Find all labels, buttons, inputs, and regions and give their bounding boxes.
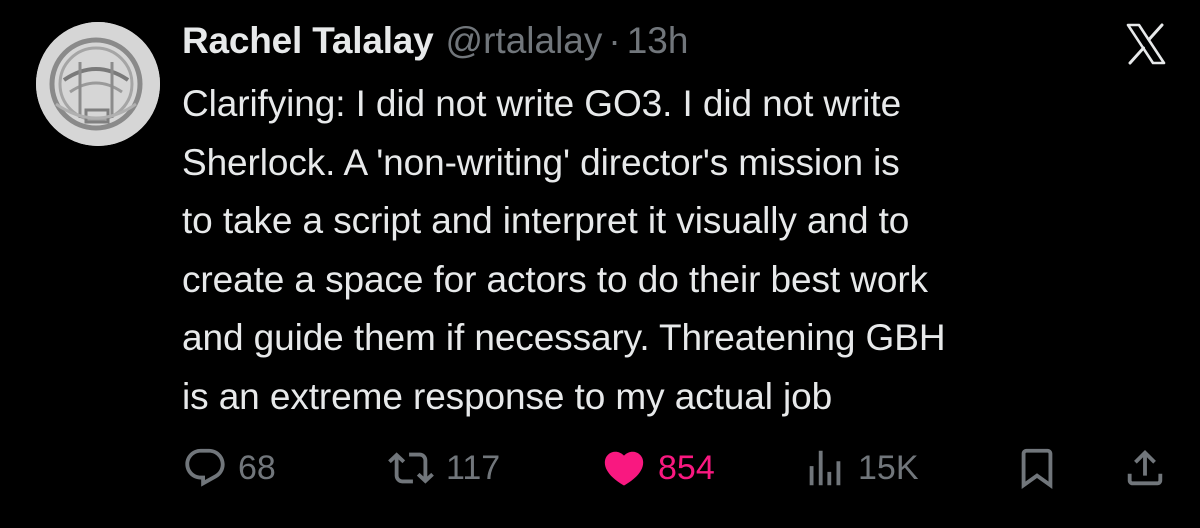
share-icon: [1127, 449, 1163, 486]
like-button[interactable]: 854: [600, 444, 715, 492]
x-logo-icon: [1122, 20, 1170, 68]
reply-icon: [185, 448, 225, 487]
views-icon: [809, 450, 841, 486]
avatar[interactable]: [36, 22, 160, 146]
bookmark-icon: [1021, 448, 1053, 489]
user-handle[interactable]: @rtalalay: [446, 20, 603, 62]
reply-button[interactable]: 68: [182, 444, 276, 492]
retweet-icon: [388, 452, 434, 484]
tweet-header: Rachel Talalay @rtalalay · 13h: [182, 20, 688, 68]
like-count: 854: [658, 448, 715, 487]
separator-dot: ·: [608, 20, 621, 61]
avatar-image: [36, 22, 160, 146]
tweet[interactable]: Rachel Talalay @rtalalay · 13h Clarifyin…: [0, 0, 1200, 528]
bookmark-button[interactable]: [1014, 444, 1060, 492]
tweet-text: Clarifying: I did not write GO3. I did n…: [182, 83, 946, 417]
tweet-actions: 68 117 854 15K: [182, 444, 1172, 492]
views-button[interactable]: 15K: [802, 444, 919, 492]
retweet-count: 117: [446, 448, 501, 487]
heart-icon: [604, 451, 644, 486]
reply-count: 68: [238, 448, 276, 487]
timestamp[interactable]: 13h: [627, 20, 689, 62]
display-name[interactable]: Rachel Talalay: [182, 20, 434, 62]
share-button[interactable]: [1122, 444, 1168, 492]
views-count: 15K: [858, 448, 919, 487]
retweet-button[interactable]: 117: [386, 444, 500, 492]
